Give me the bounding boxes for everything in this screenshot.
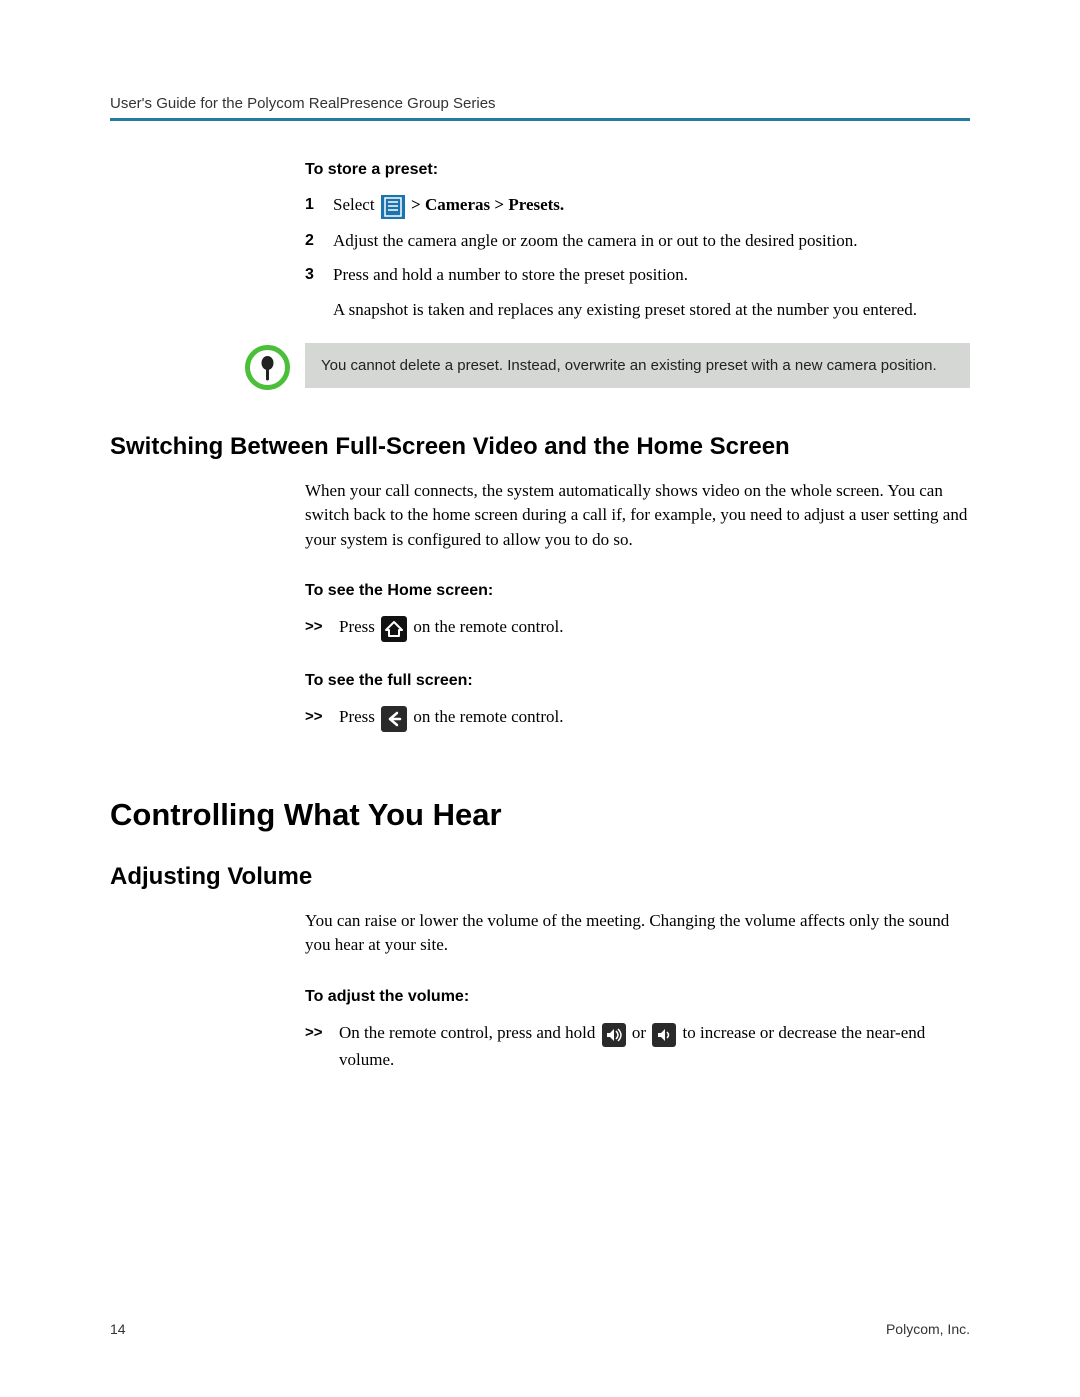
store-preset-label: To store a preset: — [305, 161, 970, 179]
pin-icon — [245, 345, 290, 390]
bullet-mark: >> — [305, 704, 339, 729]
label-home: To see the Home screen: — [305, 582, 970, 600]
footer-company: Polycom, Inc. — [886, 1321, 970, 1337]
step-1: 1 Select > Cameras > Presets. — [305, 193, 970, 219]
bullet-mark: >> — [305, 1020, 339, 1045]
step-number: 1 — [305, 193, 333, 219]
page-header: User's Guide for the Polycom RealPresenc… — [110, 95, 970, 121]
step-2: 2 Adjust the camera angle or zoom the ca… — [305, 229, 970, 254]
row-home: >> Press on the remote control. — [305, 614, 970, 642]
full-pre: Press — [339, 707, 379, 726]
step-text: Press and hold a number to store the pre… — [333, 263, 970, 288]
volume-body: You can raise or lower the volume of the… — [305, 909, 970, 1073]
step-followup: A snapshot is taken and replaces any exi… — [305, 298, 970, 323]
volume-down-icon — [652, 1021, 676, 1047]
bullet-mark: >> — [305, 614, 339, 639]
page-footer: 14 Polycom, Inc. — [110, 1321, 970, 1337]
switching-para: When your call connects, the system auto… — [305, 479, 970, 553]
heading-switching: Switching Between Full-Screen Video and … — [110, 433, 970, 461]
step1-pre: Select — [333, 195, 379, 214]
home-icon — [381, 615, 407, 642]
adjust-pre: On the remote control, press and hold — [339, 1023, 600, 1042]
home-pre: Press — [339, 617, 379, 636]
step-number: 2 — [305, 229, 333, 254]
followup-text: A snapshot is taken and replaces any exi… — [333, 298, 970, 323]
home-post: on the remote control. — [409, 617, 563, 636]
back-icon — [381, 705, 407, 732]
row-adjust-text: On the remote control, press and hold or… — [339, 1020, 970, 1073]
adjust-mid: or — [628, 1023, 651, 1042]
row-full: >> Press on the remote control. — [305, 704, 970, 732]
note-block: You cannot delete a preset. Instead, ove… — [245, 343, 970, 388]
volume-para: You can raise or lower the volume of the… — [305, 909, 970, 958]
step-text: Select > Cameras > Presets. — [333, 193, 970, 219]
store-preset-section: To store a preset: 1 Select > Cameras > … — [305, 161, 970, 388]
label-full: To see the full screen: — [305, 672, 970, 690]
step-text: Adjust the camera angle or zoom the came… — [333, 229, 970, 254]
step1-post: > Cameras > Presets. — [407, 195, 564, 214]
document-page: User's Guide for the Polycom RealPresenc… — [0, 0, 1080, 1397]
row-full-text: Press on the remote control. — [339, 704, 970, 732]
row-home-text: Press on the remote control. — [339, 614, 970, 642]
full-post: on the remote control. — [409, 707, 563, 726]
page-number: 14 — [110, 1321, 126, 1337]
heading-hear: Controlling What You Hear — [110, 797, 970, 833]
label-adjust: To adjust the volume: — [305, 988, 970, 1006]
row-adjust: >> On the remote control, press and hold… — [305, 1020, 970, 1073]
switching-body: When your call connects, the system auto… — [305, 479, 970, 732]
menu-icon — [381, 194, 405, 219]
heading-volume: Adjusting Volume — [110, 863, 970, 891]
note-text: You cannot delete a preset. Instead, ove… — [305, 343, 970, 388]
volume-up-icon — [602, 1021, 626, 1047]
step-number: 3 — [305, 263, 333, 288]
step-number-blank — [305, 298, 333, 323]
step-3: 3 Press and hold a number to store the p… — [305, 263, 970, 288]
